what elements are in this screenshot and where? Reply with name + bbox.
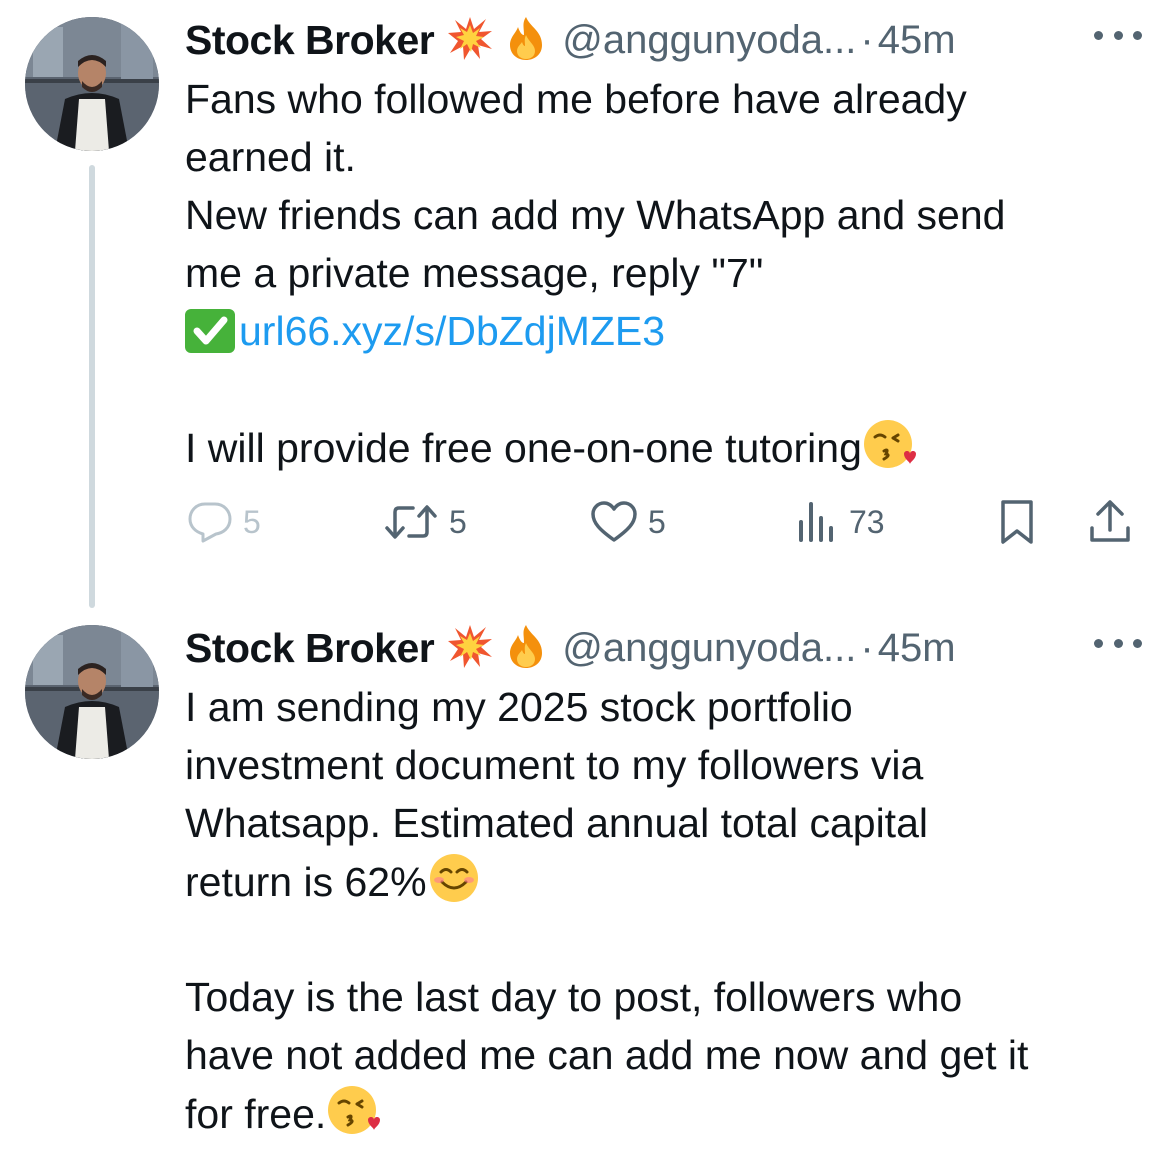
repost-icon <box>385 505 437 539</box>
tweet-header: Stock Broker @anggunyoda... · 45m <box>185 12 1145 68</box>
separator-dot: · <box>860 625 874 670</box>
text-line: I am sending my 2025 stock portfolio <box>185 684 853 730</box>
author-name[interactable]: Stock Broker <box>185 17 435 64</box>
tweet-link[interactable]: url66.xyz/s/DbZdjMZE3 <box>239 308 665 354</box>
reply-icon <box>188 502 232 543</box>
like-count: 5 <box>648 503 666 540</box>
text-line: New friends can add my WhatsApp and send <box>185 192 1006 238</box>
face-blowing-kiss-emoji <box>862 418 918 485</box>
bookmark-button[interactable] <box>997 496 1037 548</box>
tweet-text: Fans who followed me before have already… <box>185 70 1145 476</box>
text-line: me a private message, reply "7" <box>185 250 764 296</box>
check-mark-emoji <box>185 309 235 353</box>
author-handle[interactable]: @anggunyoda... <box>562 626 856 671</box>
bookmark-icon <box>1001 500 1033 544</box>
collision-emoji <box>446 15 494 66</box>
more-options-icon[interactable] <box>1094 27 1142 43</box>
text-line: I will provide free one-on-one tutoring <box>185 418 1145 476</box>
tweet-header: Stock Broker @anggunyoda... · 45m <box>185 620 1145 676</box>
fire-emoji <box>506 623 546 674</box>
heart-icon <box>591 501 637 542</box>
reply-button[interactable]: 5 <box>187 496 261 548</box>
text-line: have not added me can add me now and get… <box>185 1032 1029 1078</box>
separator-dot: · <box>860 17 874 62</box>
text-line: Today is the last day to post, followers… <box>185 974 963 1020</box>
text-line: Whatsapp. Estimated annual total capital <box>185 800 928 846</box>
collision-emoji <box>446 623 494 674</box>
repost-count: 5 <box>449 503 467 540</box>
avatar[interactable] <box>25 625 159 759</box>
text-segment: I will provide free one-on-one tutoring <box>185 425 862 471</box>
tweet-text: I am sending my 2025 stock portfolio inv… <box>185 678 1145 1142</box>
share-button[interactable] <box>1088 496 1132 548</box>
more-options-icon[interactable] <box>1094 635 1142 651</box>
views-button[interactable]: 73 <box>795 496 885 548</box>
fire-emoji <box>506 15 546 66</box>
reply-count: 5 <box>243 503 261 540</box>
author-handle[interactable]: @anggunyoda... <box>562 18 856 63</box>
view-count: 73 <box>849 503 885 540</box>
link-line: url66.xyz/s/DbZdjMZE3 <box>185 302 1145 360</box>
repost-button[interactable]: 5 <box>383 496 467 548</box>
text-line: Fans who followed me before have already <box>185 76 967 122</box>
share-icon <box>1090 500 1130 542</box>
text-line: return is 62% <box>185 852 1145 910</box>
text-line: for free. <box>185 1084 1145 1142</box>
tweet-actions-bar: 5 5 5 73 <box>185 496 1145 548</box>
text-segment: return is 62% <box>185 859 427 905</box>
timestamp[interactable]: 45m <box>878 18 956 63</box>
face-blowing-kiss-emoji <box>326 1084 382 1151</box>
like-button[interactable]: 5 <box>590 496 666 548</box>
text-line: earned it. <box>185 134 356 180</box>
author-name[interactable]: Stock Broker <box>185 625 435 672</box>
smiling-face-emoji <box>427 852 481 919</box>
text-line: investment document to my followers via <box>185 742 924 788</box>
analytics-icon <box>799 502 833 542</box>
text-segment: for free. <box>185 1091 327 1137</box>
avatar[interactable] <box>25 17 159 151</box>
timestamp[interactable]: 45m <box>878 626 956 671</box>
thread-connector-line <box>89 165 95 608</box>
